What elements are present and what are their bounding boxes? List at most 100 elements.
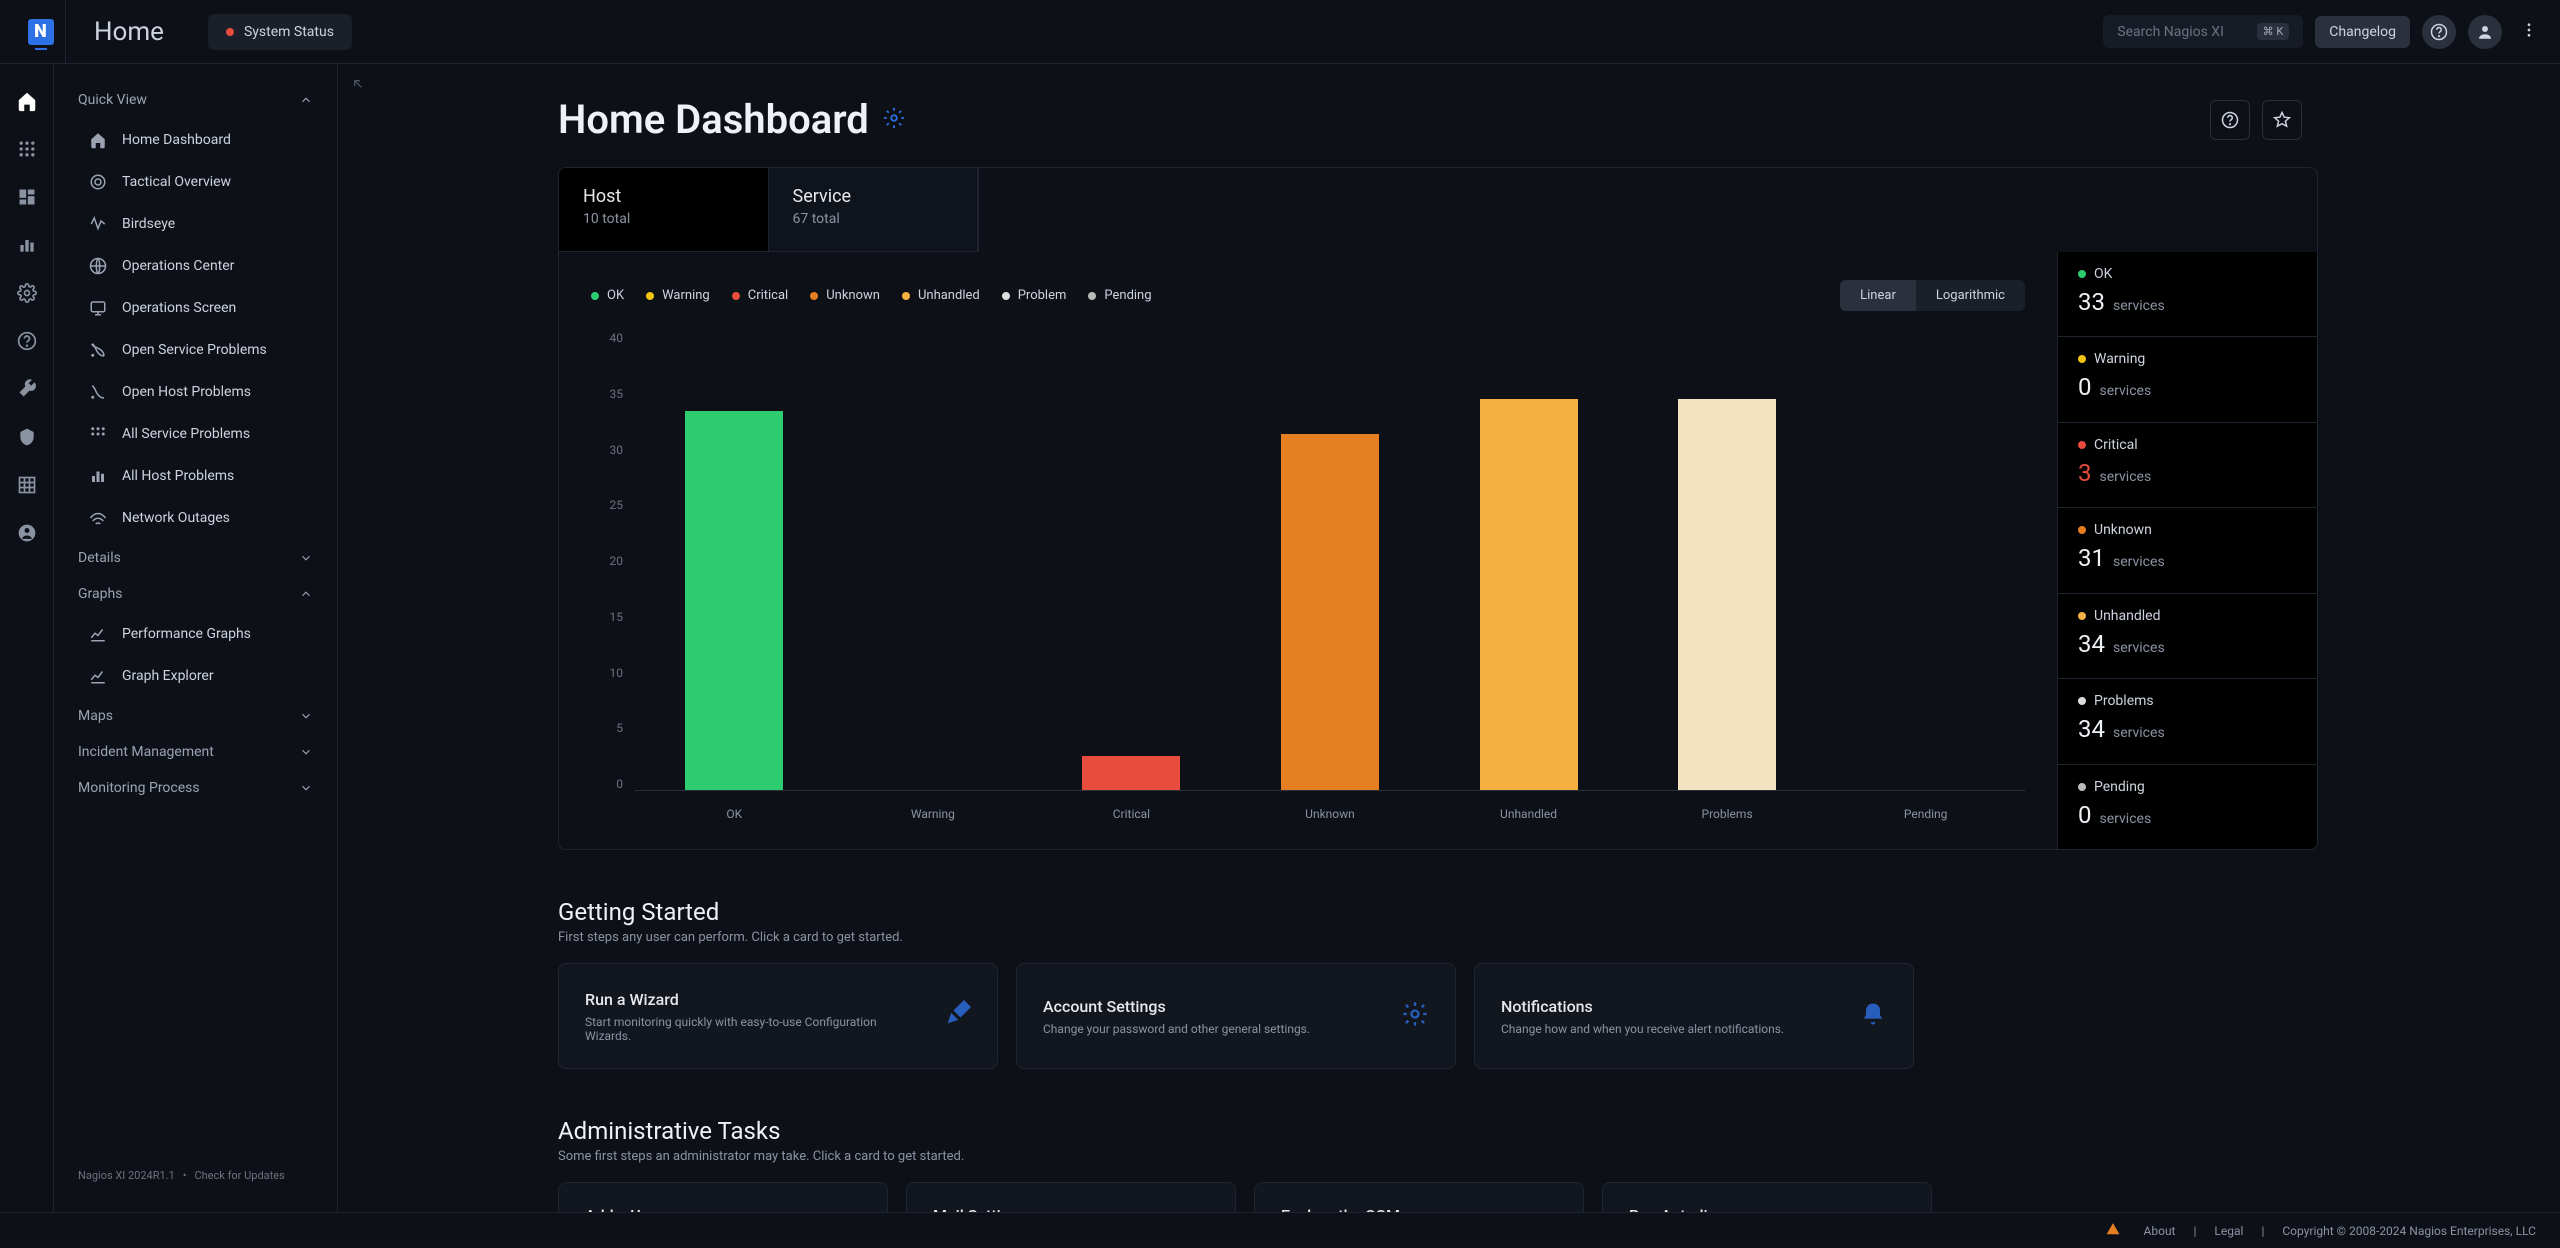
tab-service[interactable]: Service 67 total xyxy=(769,168,979,251)
legend-item[interactable]: Unhandled xyxy=(902,288,980,303)
search-input[interactable]: Search Nagios XI ⌘ K xyxy=(2103,15,2303,48)
rail-gear-icon[interactable] xyxy=(14,280,40,306)
bar[interactable] xyxy=(1637,399,1818,790)
sidebar-item[interactable]: Performance Graphs xyxy=(64,614,327,654)
icon-rail xyxy=(0,64,54,1212)
chevron-up-icon xyxy=(299,93,313,107)
tab-host[interactable]: Host 10 total xyxy=(559,168,769,251)
legend-item[interactable]: Problem xyxy=(1002,288,1067,303)
section-incident[interactable]: Incident Management xyxy=(54,734,337,770)
stat-cards: OK33servicesWarning0servicesCritical3ser… xyxy=(2057,252,2317,849)
rail-dashboard-icon[interactable] xyxy=(14,184,40,210)
rail-help-icon[interactable] xyxy=(14,328,40,354)
sidebar-item-icon xyxy=(88,214,108,234)
chevron-down-icon xyxy=(299,709,313,723)
help-icon[interactable] xyxy=(2422,15,2456,49)
section-maps[interactable]: Maps xyxy=(54,698,337,734)
more-menu-icon[interactable] xyxy=(2514,21,2544,43)
stat-card[interactable]: Unhandled34services xyxy=(2058,594,2317,679)
sidebar-item[interactable]: Graph Explorer xyxy=(64,656,327,696)
sidebar-item-icon xyxy=(88,172,108,192)
legend-item[interactable]: Warning xyxy=(646,288,710,303)
sidebar-item[interactable]: Network Outages xyxy=(64,498,327,538)
system-status-pill[interactable]: System Status xyxy=(208,14,352,50)
chevron-down-icon xyxy=(299,551,313,565)
footer-warning-icon[interactable] xyxy=(2106,1222,2120,1239)
footer-legal[interactable]: Legal xyxy=(2214,1224,2243,1238)
sidebar-item[interactable]: All Host Problems xyxy=(64,456,327,496)
stat-card[interactable]: Critical3services xyxy=(2058,423,2317,508)
rail-account-icon[interactable] xyxy=(14,520,40,546)
sidebar-item[interactable]: Open Service Problems xyxy=(64,330,327,370)
sidebar: Quick View Home DashboardTactical Overvi… xyxy=(54,64,338,1212)
sidebar-item[interactable]: Operations Center xyxy=(64,246,327,286)
legend-item[interactable]: OK xyxy=(591,288,624,303)
search-kbd: ⌘ K xyxy=(2257,23,2290,40)
logo[interactable]: N xyxy=(16,0,66,63)
legend-item[interactable]: Unknown xyxy=(810,288,880,303)
scale-log[interactable]: Logarithmic xyxy=(1916,280,2025,311)
legend-dot-icon xyxy=(810,292,818,300)
rail-reports-icon[interactable] xyxy=(14,232,40,258)
sidebar-footer: Nagios XI 2024R1.1 • Check for Updates xyxy=(54,1157,337,1194)
getting-started-card[interactable]: Run a WizardStart monitoring quickly wit… xyxy=(558,963,998,1069)
admin-task-card[interactable]: Add a User xyxy=(558,1182,888,1212)
chevron-down-icon xyxy=(299,781,313,795)
sidebar-item[interactable]: Tactical Overview xyxy=(64,162,327,202)
sidebar-item[interactable]: Home Dashboard xyxy=(64,120,327,160)
sidebar-item[interactable]: Open Host Problems xyxy=(64,372,327,412)
bar-chart: 4035302520151050 OKWarningCriticalUnknow… xyxy=(591,331,2025,821)
stat-dot-icon xyxy=(2078,783,2086,791)
stat-card[interactable]: Pending0services xyxy=(2058,765,2317,849)
section-details[interactable]: Details xyxy=(54,540,337,576)
stat-dot-icon xyxy=(2078,526,2086,534)
chart-line-icon xyxy=(88,666,108,686)
dashboard-gear-icon[interactable] xyxy=(883,107,905,133)
rail-shield-icon[interactable] xyxy=(14,424,40,450)
bar[interactable] xyxy=(1438,399,1619,790)
bar[interactable] xyxy=(1041,756,1222,791)
sidebar-item[interactable]: Operations Screen xyxy=(64,288,327,328)
rail-home-icon[interactable] xyxy=(14,88,40,114)
legend-item[interactable]: Critical xyxy=(732,288,788,303)
rail-wrench-icon[interactable] xyxy=(14,376,40,402)
chevron-down-icon xyxy=(299,745,313,759)
getting-started-card[interactable]: NotificationsChange how and when you rec… xyxy=(1474,963,1914,1069)
admin-task-card[interactable]: Explore the CCM xyxy=(1254,1182,1584,1212)
user-avatar-icon[interactable] xyxy=(2468,15,2502,49)
legend-dot-icon xyxy=(732,292,740,300)
status-dot-icon xyxy=(226,28,234,36)
dashboard-star-button[interactable] xyxy=(2262,100,2302,140)
stat-card[interactable]: Unknown31services xyxy=(2058,508,2317,593)
section-quick-view[interactable]: Quick View xyxy=(54,82,337,118)
bar[interactable] xyxy=(1240,434,1421,791)
search-placeholder: Search Nagios XI xyxy=(2117,24,2224,40)
check-updates-link[interactable]: Check for Updates xyxy=(194,1169,284,1182)
stat-card[interactable]: Problems34services xyxy=(2058,679,2317,764)
rail-apps-icon[interactable] xyxy=(14,136,40,162)
sidebar-item[interactable]: Birdseye xyxy=(64,204,327,244)
sidebar-item[interactable]: All Service Problems xyxy=(64,414,327,454)
admin-task-card[interactable]: Run Autodiscovery xyxy=(1602,1182,1932,1212)
bar[interactable] xyxy=(644,411,825,791)
stat-card[interactable]: Warning0services xyxy=(2058,337,2317,422)
section-graphs[interactable]: Graphs xyxy=(54,576,337,612)
dashboard-help-button[interactable] xyxy=(2210,100,2250,140)
stat-dot-icon xyxy=(2078,441,2086,449)
resize-arrow-icon[interactable] xyxy=(350,76,366,96)
footer-about[interactable]: About xyxy=(2144,1224,2176,1238)
section-monitoring[interactable]: Monitoring Process xyxy=(54,770,337,806)
sidebar-item-icon xyxy=(88,256,108,276)
legend-dot-icon xyxy=(1002,292,1010,300)
admin-task-card[interactable]: Mail Settings xyxy=(906,1182,1236,1212)
getting-started-card[interactable]: Account SettingsChange your password and… xyxy=(1016,963,1456,1069)
stat-card[interactable]: OK33services xyxy=(2058,252,2317,337)
footer-copyright: Copyright © 2008-2024 Nagios Enterprises… xyxy=(2282,1224,2536,1238)
main-content: Home Dashboard Host 10 total Servic xyxy=(338,64,2560,1212)
scale-linear[interactable]: Linear xyxy=(1840,280,1916,311)
footer: About| Legal| Copyright © 2008-2024 Nagi… xyxy=(0,1212,2560,1248)
rail-enterprise-icon[interactable] xyxy=(14,472,40,498)
changelog-button[interactable]: Changelog xyxy=(2315,16,2410,48)
legend-item[interactable]: Pending xyxy=(1088,288,1151,303)
legend-dot-icon xyxy=(591,292,599,300)
